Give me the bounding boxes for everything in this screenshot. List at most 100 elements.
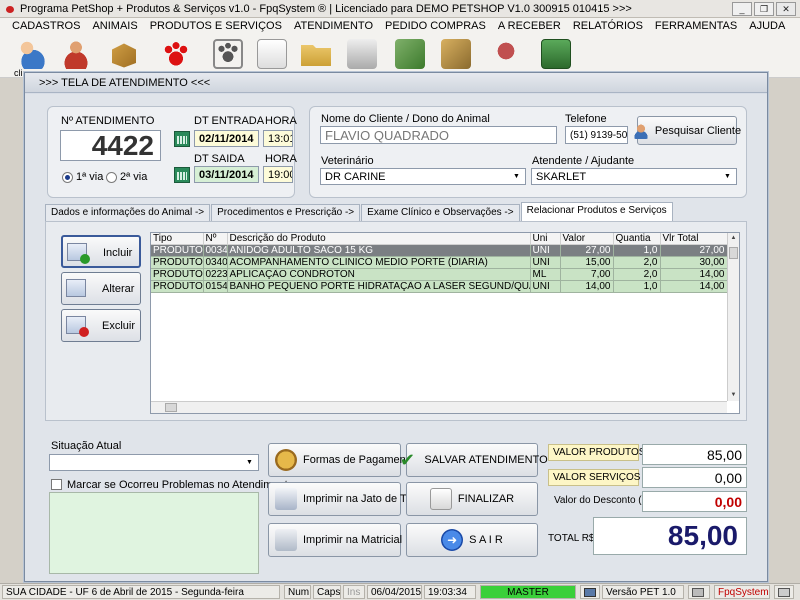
menu-animais[interactable]: ANIMAIS <box>86 20 143 32</box>
situacao-select[interactable]: ▼ <box>49 454 259 471</box>
hora-entrada-field[interactable]: 13:01 <box>263 130 293 147</box>
col-uni[interactable]: Uni <box>530 233 561 245</box>
veterinario-label: Veterinário <box>321 155 374 167</box>
col-vlr-total[interactable]: Vlr Total <box>660 233 728 245</box>
menu-a-receber[interactable]: A RECEBER <box>492 20 567 32</box>
atendente-label: Atendente / Ajudante <box>532 155 635 167</box>
col-valor[interactable]: Valor <box>560 233 614 245</box>
cell-uni: UNI <box>530 256 561 269</box>
menu-produtos-servicos[interactable]: PRODUTOS E SERVIÇOS <box>144 20 288 32</box>
toolbar-exit-button[interactable] <box>538 36 574 72</box>
imprimir-jato-button[interactable]: Imprimir na Jato de Tinta <box>268 482 424 516</box>
valor-servicos-label: VALOR SERVIÇOS <box>548 469 640 486</box>
grid-vertical-scrollbar[interactable]: ▲ ▼ <box>727 233 739 401</box>
toolbar-printer-button[interactable] <box>344 36 380 72</box>
dialog-body: Nº ATENDIMENTO 4422 1ª via 2ª via DT ENT… <box>25 94 767 581</box>
col-tipo[interactable]: Tipo <box>151 233 204 245</box>
table-row[interactable]: PRODUTO 0154 BANHO PEQUENO PORTE HIDRATA… <box>151 280 728 293</box>
salvar-atendimento-button[interactable]: ✔ SALVAR ATENDIMENTO <box>400 443 548 477</box>
calendar-saida-icon[interactable] <box>174 167 190 183</box>
col-numero[interactable]: Nº <box>203 233 228 245</box>
cell-valor: 14,00 <box>560 280 614 293</box>
table-row[interactable]: PRODUTO 0340 ACOMPANHAMENTO CLINICO MEDI… <box>151 256 728 269</box>
menu-atendimento[interactable]: ATENDIMENTO <box>288 20 379 32</box>
exit-icon <box>541 39 571 69</box>
minimize-button[interactable]: _ <box>732 1 752 16</box>
toolbar-clientes-button[interactable] <box>12 36 48 72</box>
hora-saida-field[interactable]: 19:00 <box>263 166 293 183</box>
toolbar-cash-button[interactable] <box>438 36 474 72</box>
check-icon: ✔ <box>399 450 415 470</box>
dt-entrada-field[interactable]: 02/11/2014 <box>194 130 259 147</box>
tab-exame-clinico[interactable]: Exame Clínico e Observações -> <box>361 204 520 221</box>
via2-radio[interactable] <box>106 172 117 183</box>
toolbar-person-button[interactable] <box>58 36 94 72</box>
menu-relatorios[interactable]: RELATÓRIOS <box>567 20 649 32</box>
toolbar-produtos-button[interactable] <box>106 36 142 72</box>
cell-numero: 0154 <box>203 280 228 293</box>
printer-icon <box>275 488 297 510</box>
menu-ajuda[interactable]: AJUDA <box>743 20 791 32</box>
cell-valor: 27,00 <box>560 244 614 257</box>
veterinario-select[interactable]: DR CARINE ▼ <box>320 168 526 185</box>
scroll-thumb[interactable] <box>165 403 177 412</box>
table-row[interactable]: PRODUTO 0223 APLICAÇÃO CONDROTON ML 7,00… <box>151 268 728 281</box>
coins-icon <box>275 449 297 471</box>
valor-desconto-field[interactable]: 0,00 <box>642 491 747 512</box>
scroll-up-icon[interactable]: ▲ <box>728 233 739 244</box>
close-button[interactable]: ✕ <box>776 1 796 16</box>
via1-radio[interactable] <box>62 172 73 183</box>
incluir-button[interactable]: Incluir <box>61 235 141 268</box>
status-bar: SUA CIDADE - UF 6 de Abril de 2015 - Seg… <box>0 583 800 600</box>
users-icon <box>15 39 45 69</box>
menu-bar: CADASTROS ANIMAIS PRODUTOS E SERVIÇOS AT… <box>0 18 800 34</box>
status-data: 06/04/2015 <box>367 585 422 599</box>
dt-saida-field[interactable]: 03/11/2014 <box>194 166 259 183</box>
telefone-field[interactable]: (51) 9139-5089 <box>565 126 628 144</box>
cell-descricao: ANIDOG ADULTO SACO 15 KG <box>227 244 531 257</box>
nome-cliente-field[interactable]: FLAVIO QUADRADO <box>320 126 557 144</box>
status-config-icon <box>774 585 794 599</box>
menu-ferramentas[interactable]: FERRAMENTAS <box>649 20 743 32</box>
folder-icon <box>301 45 331 66</box>
scroll-thumb[interactable] <box>729 247 738 259</box>
toolbar-animais-button[interactable] <box>158 36 194 72</box>
cell-vlr-total: 14,00 <box>660 280 728 293</box>
tab-dados-animal[interactable]: Dados e informações do Animal -> <box>45 204 211 221</box>
toolbar-documents-button[interactable] <box>254 36 290 72</box>
status-caps: Caps <box>313 585 341 599</box>
cell-tipo: PRODUTO <box>151 244 204 257</box>
scroll-down-icon[interactable]: ▼ <box>728 390 739 401</box>
tab-procedimentos[interactable]: Procedimentos e Prescrição -> <box>211 204 361 221</box>
cell-tipo: PRODUTO <box>151 268 204 281</box>
tab-relacionar-produtos[interactable]: Relacionar Produtos e Serviços <box>520 202 673 221</box>
excluir-button[interactable]: Excluir <box>61 309 141 342</box>
finalizar-button[interactable]: FINALIZAR <box>406 482 538 516</box>
table-row[interactable]: PRODUTO 0034 ANIDOG ADULTO SACO 15 KG UN… <box>151 244 728 257</box>
toolbar-folder-button[interactable] <box>298 36 334 72</box>
menu-cadastros[interactable]: CADASTROS <box>6 20 86 32</box>
col-quantia[interactable]: Quantia <box>613 233 661 245</box>
pesquisar-cliente-button[interactable]: Pesquisar Cliente <box>632 116 741 145</box>
atendente-select[interactable]: SKARLET ▼ <box>531 168 737 185</box>
sair-button[interactable]: ➜ S A I R <box>406 523 538 557</box>
grid-horizontal-scrollbar[interactable] <box>151 401 727 413</box>
formas-pagamento-button[interactable]: Formas de Pagamento <box>268 443 415 477</box>
maximize-button[interactable]: ❐ <box>754 1 774 16</box>
toolbar-atendimento-button[interactable] <box>210 36 246 72</box>
observacoes-textarea[interactable] <box>49 492 259 574</box>
toolbar-money-button[interactable] <box>392 36 428 72</box>
cell-uni: UNI <box>530 280 561 293</box>
alterar-button[interactable]: Alterar <box>61 272 141 305</box>
person-icon <box>61 39 91 69</box>
arrow-right-icon: ➜ <box>441 529 464 551</box>
cell-numero: 0223 <box>203 268 228 281</box>
col-descricao[interactable]: Descrição do Produto <box>227 233 531 245</box>
imprimir-matricial-button[interactable]: Imprimir na Matricial <box>268 523 402 557</box>
calendar-entrada-icon[interactable] <box>174 131 190 147</box>
problemas-checkbox[interactable] <box>51 479 62 490</box>
toolbar-support-button[interactable] <box>488 36 524 72</box>
menu-pedido-compras[interactable]: PEDIDO COMPRAS <box>379 20 492 32</box>
delete-icon <box>66 316 89 337</box>
atendente-value: SKARLET <box>536 170 587 183</box>
